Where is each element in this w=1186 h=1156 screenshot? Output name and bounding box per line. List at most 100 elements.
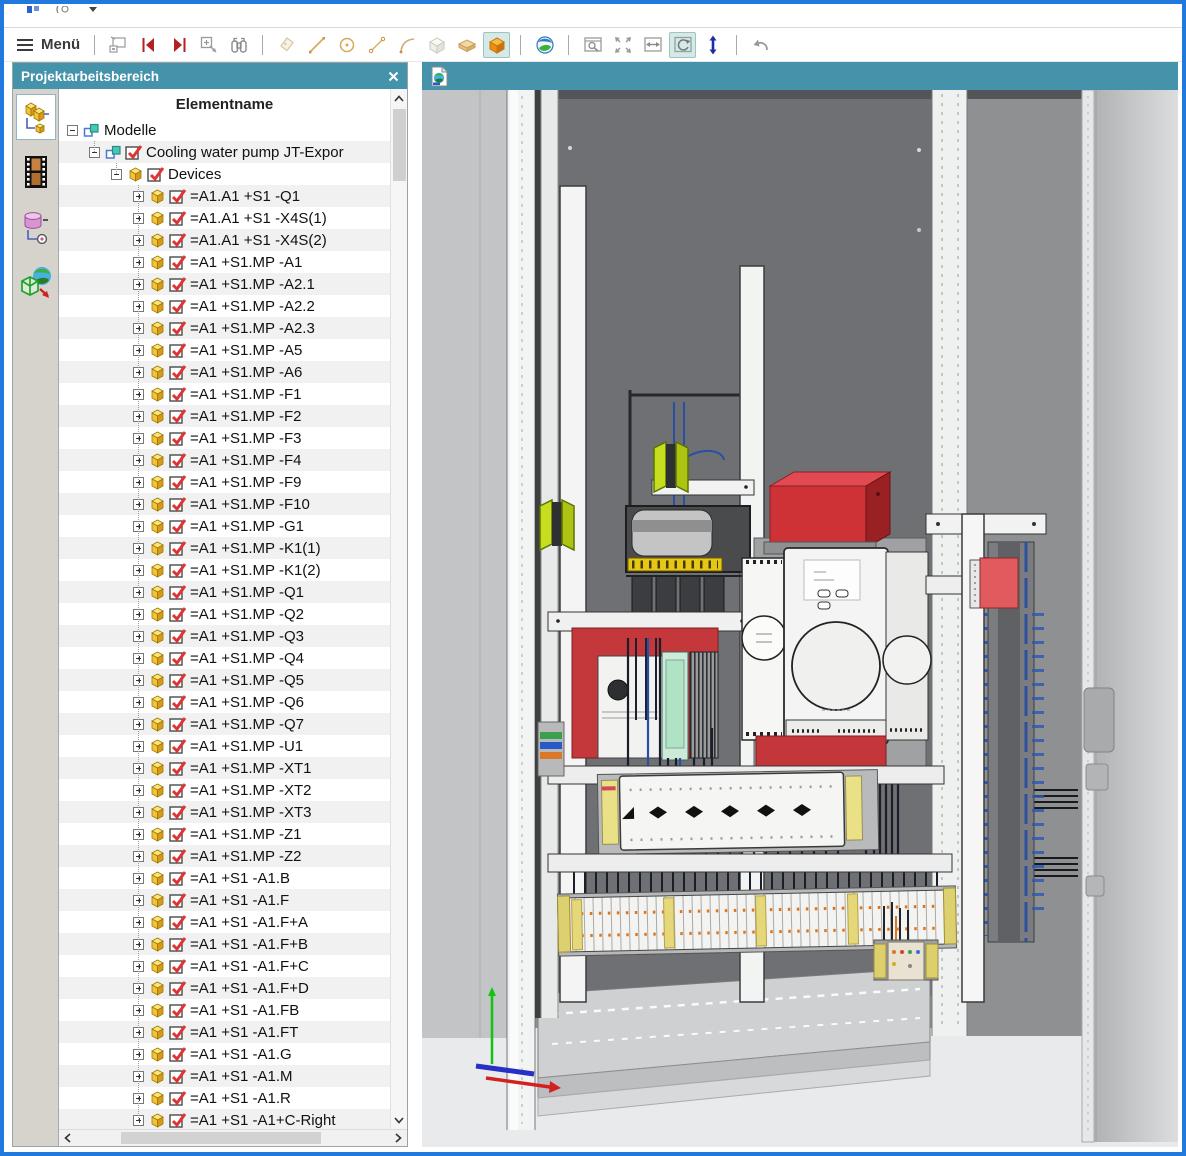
tree-row[interactable]: =A1 +S1 -A1.G [59,1043,407,1065]
tree-row[interactable]: =A1 +S1.MP -Q2 [59,603,407,625]
expander-icon[interactable] [133,565,144,576]
close-icon[interactable] [388,71,399,82]
tree-row[interactable]: =A1 +S1.MP -A6 [59,361,407,383]
tree-row[interactable]: =A1 +S1.MP -Q7 [59,713,407,735]
checkbox-icon[interactable] [169,936,187,952]
expander-icon[interactable] [133,939,144,950]
expander-icon[interactable] [133,543,144,554]
tree-row[interactable]: =A1 +S1.MP -Q1 [59,581,407,603]
checkbox-icon[interactable] [169,386,187,402]
tree-row[interactable]: =A1 +S1 -A1.F [59,889,407,911]
fit-width-icon[interactable] [639,32,666,58]
tree-row[interactable]: =A1 +S1 -A1.B [59,867,407,889]
checkbox-icon[interactable] [169,650,187,666]
tree-row[interactable]: =A1 +S1.MP -Q5 [59,669,407,691]
checkbox-icon[interactable] [169,254,187,270]
cabinet-3d-scene[interactable] [422,90,1178,1147]
tree-row[interactable]: =A1 +S1.MP -XT1 [59,757,407,779]
tree-row[interactable]: =A1 +S1.MP -Q4 [59,647,407,669]
checkbox-icon[interactable] [169,430,187,446]
expander-icon[interactable] [133,389,144,400]
checkbox-icon[interactable] [169,738,187,754]
expander-icon[interactable] [133,829,144,840]
tree-row[interactable]: =A1 +S1 -A1+C-Right [59,1109,407,1129]
checkbox-icon[interactable] [169,518,187,534]
tree-row[interactable]: =A1 +S1.MP -F10 [59,493,407,515]
expander-icon[interactable] [133,763,144,774]
tree-row[interactable]: =A1 +S1.MP -K1(2) [59,559,407,581]
prev-arrow-icon[interactable] [135,32,162,58]
expander-icon[interactable] [133,477,144,488]
expander-icon[interactable] [133,191,144,202]
next-arrow-icon[interactable] [165,32,192,58]
tree-horizontal-scrollbar[interactable] [59,1129,407,1146]
checkbox-icon[interactable] [125,144,143,160]
expander-icon[interactable] [133,1027,144,1038]
zoom-region-icon[interactable] [195,32,222,58]
expander-icon[interactable] [133,653,144,664]
fit-height-icon[interactable] [699,32,726,58]
window-zoom-icon[interactable] [579,32,606,58]
tree-row[interactable]: =A1 +S1 -A1.F+C [59,955,407,977]
checkbox-icon[interactable] [169,1090,187,1106]
checkbox-icon[interactable] [169,298,187,314]
checkbox-icon[interactable] [169,188,187,204]
checkbox-icon[interactable] [169,364,187,380]
expander-icon[interactable] [133,587,144,598]
checkbox-icon[interactable] [169,914,187,930]
tree-row[interactable]: =A1 +S1 -A1.FB [59,999,407,1021]
expander-icon[interactable] [133,851,144,862]
animation-icon[interactable] [16,149,56,195]
checkbox-icon[interactable] [169,210,187,226]
vertical-scroll-thumb[interactable] [393,109,406,181]
expander-icon[interactable] [133,675,144,686]
checkbox-icon[interactable] [169,716,187,732]
tree-row[interactable]: =A1 +S1.MP -A2.1 [59,273,407,295]
checkbox-icon[interactable] [169,452,187,468]
database-tree-icon[interactable] [16,204,56,250]
checkbox-icon[interactable] [169,496,187,512]
tree-row[interactable]: Modelle [59,119,407,141]
expander-icon[interactable] [111,169,122,180]
checkbox-icon[interactable] [169,870,187,886]
tree-row[interactable]: =A1 +S1.MP -F2 [59,405,407,427]
export-3d-icon[interactable] [16,259,56,305]
select-frame-icon[interactable] [105,32,132,58]
tree-row[interactable]: =A1 +S1.MP -A5 [59,339,407,361]
checkbox-icon[interactable] [169,848,187,864]
checkbox-icon[interactable] [169,760,187,776]
tag-icon[interactable] [273,32,300,58]
tree-row[interactable]: =A1.A1 +S1 -X4S(2) [59,229,407,251]
checkbox-icon[interactable] [169,1112,187,1128]
tree-row[interactable]: =A1 +S1 -A1.M [59,1065,407,1087]
dropdown-caret-icon[interactable] [88,6,98,14]
tree-row[interactable]: =A1 +S1 -A1.FT [59,1021,407,1043]
checkbox-icon[interactable] [169,584,187,600]
expander-icon[interactable] [133,609,144,620]
tree-row[interactable]: =A1 +S1 -A1.F+B [59,933,407,955]
checkbox-icon[interactable] [169,628,187,644]
find-binoculars-icon[interactable] [225,32,252,58]
box-shaded-icon[interactable] [453,32,480,58]
box-wireframe-icon[interactable] [423,32,450,58]
tree-vertical-scrollbar[interactable] [390,89,407,1129]
tree-row[interactable]: =A1 +S1.MP -K1(1) [59,537,407,559]
checkbox-icon[interactable] [169,606,187,622]
tree-row[interactable]: =A1 +S1.MP -Q6 [59,691,407,713]
tree-row[interactable]: Devices [59,163,407,185]
tree-row[interactable]: =A1 +S1.MP -F1 [59,383,407,405]
menu-button[interactable]: Menü [16,36,80,53]
expander-icon[interactable] [133,323,144,334]
expander-icon[interactable] [89,147,100,158]
tree-row[interactable]: =A1.A1 +S1 -Q1 [59,185,407,207]
tree-row[interactable]: =A1 +S1 -A1.R [59,1087,407,1109]
tree-row[interactable]: =A1 +S1.MP -F9 [59,471,407,493]
expander-icon[interactable] [133,455,144,466]
expander-icon[interactable] [133,411,144,422]
expander-icon[interactable] [133,873,144,884]
tree-row[interactable]: =A1.A1 +S1 -X4S(1) [59,207,407,229]
expander-icon[interactable] [133,917,144,928]
expander-icon[interactable] [133,807,144,818]
expander-icon[interactable] [67,125,78,136]
globe-icon[interactable] [531,32,558,58]
